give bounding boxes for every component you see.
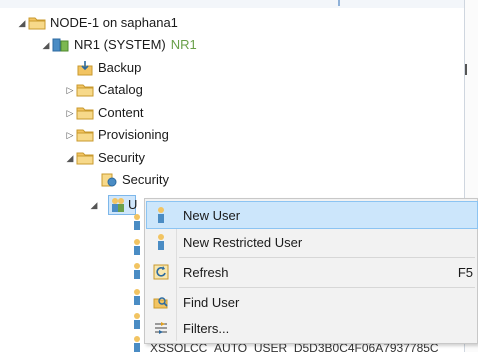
text-caret — [465, 64, 467, 75]
tree-node-security[interactable]: ◢ Security — [64, 147, 145, 169]
user-icon — [147, 206, 175, 224]
tree-label: Security — [122, 172, 169, 187]
tree-label: NODE-1 on saphana1 — [50, 15, 178, 30]
menu-item-find-user[interactable]: Find User — [147, 289, 477, 315]
tree-node-node1[interactable]: ◢ NODE-1 on saphana1 — [16, 12, 178, 34]
tree-label: U — [128, 197, 138, 212]
user-icon — [134, 263, 140, 279]
expanded-arrow-icon[interactable]: ◢ — [64, 153, 76, 164]
database-icon — [52, 37, 70, 53]
tree-node-provisioning[interactable]: ▷ Provisioning — [64, 124, 169, 146]
folder-icon — [28, 15, 46, 31]
user-icon — [134, 336, 140, 352]
menu-item-label: New Restricted User — [183, 234, 303, 250]
folder-icon — [76, 127, 94, 143]
tree-node-security-console[interactable]: Security — [88, 169, 169, 191]
collapsed-arrow-icon[interactable]: ▷ — [64, 108, 76, 119]
user-icon — [134, 239, 140, 255]
shortcut-label: F5 — [457, 264, 473, 280]
refresh-icon — [147, 264, 175, 280]
collapsed-arrow-icon[interactable]: ▷ — [64, 85, 76, 96]
tree-label: Backup — [98, 60, 142, 75]
folder-icon — [76, 150, 94, 166]
tree-node-system[interactable]: ◢ NR1 (SYSTEM) NR1 — [40, 34, 197, 56]
collapsed-arrow-icon[interactable]: ▷ — [64, 130, 76, 141]
tree-label: Content — [98, 105, 144, 120]
folder-icon — [76, 105, 94, 121]
user-icon — [134, 214, 140, 230]
tree-label: Provisioning — [98, 127, 169, 142]
folder-icon — [76, 82, 94, 98]
toolbar-tick — [338, 0, 340, 6]
tree-label: NR1 (SYSTEM) — [74, 37, 166, 52]
security-console-icon — [100, 172, 118, 188]
users-icon — [109, 197, 127, 213]
expanded-arrow-icon[interactable]: ◢ — [40, 40, 52, 51]
menu-item-refresh[interactable]: Refresh F5 — [147, 259, 477, 285]
tree-node-content[interactable]: ▷ Content — [64, 102, 144, 124]
tree-label: Catalog — [98, 82, 143, 97]
expanded-arrow-icon[interactable]: ◢ — [16, 18, 28, 29]
menu-item-new-restricted-user[interactable]: New Restricted User — [147, 229, 477, 255]
menu-separator — [179, 257, 475, 258]
menu-item-label: Find User — [183, 294, 240, 310]
tree-node-backup[interactable]: Backup — [64, 57, 141, 79]
menu-separator — [179, 287, 475, 288]
menu-item-label: Refresh — [183, 264, 229, 280]
tree-label: Security — [98, 150, 145, 165]
expanded-arrow-icon[interactable]: ◢ — [88, 195, 100, 215]
top-strip — [0, 0, 478, 8]
tree-node-catalog[interactable]: ▷ Catalog — [64, 79, 143, 101]
filter-icon — [147, 320, 175, 336]
menu-item-label: New User — [183, 207, 241, 223]
user-icon — [134, 313, 140, 329]
menu-item-filters[interactable]: Filters... — [147, 315, 477, 341]
user-icon — [147, 233, 175, 251]
menu-item-label: Filters... — [183, 320, 230, 336]
system-suffix: NR1 — [170, 37, 197, 52]
user-icon — [134, 289, 140, 305]
context-menu: New User New Restricted User Refresh F5 … — [144, 198, 478, 344]
find-icon — [147, 294, 175, 310]
menu-item-new-user[interactable]: New User — [146, 201, 478, 229]
backup-icon — [76, 60, 94, 76]
